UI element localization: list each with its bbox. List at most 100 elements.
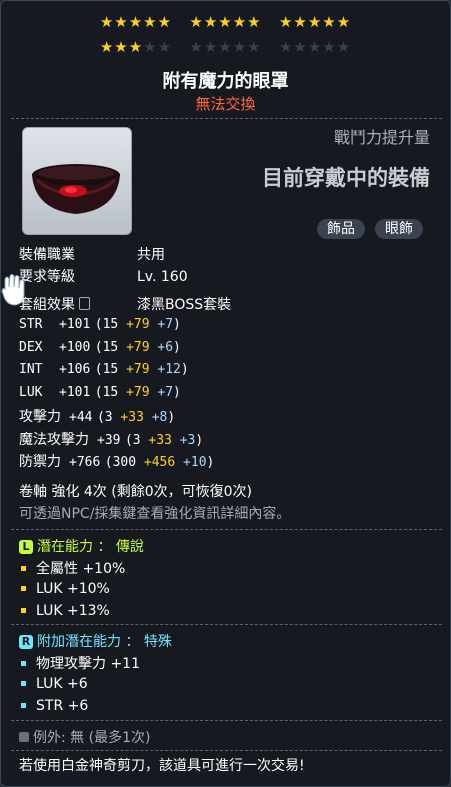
bonus-potential-header: R 附加潛在能力 ： 特殊 [19,631,172,651]
stat-base: 3 [132,432,141,448]
set-effect-row: 套組效果 漆黑BOSS套裝 [19,294,231,314]
stat-breakdown: (15 +79 +12) [94,362,189,377]
job-value: 共用 [137,247,165,263]
bullet-icon [21,680,26,686]
level-row: 要求等級 Lv. 160 [19,266,188,286]
stat-enhance: +12 [157,362,181,377]
star-group: ★★★★★ [189,38,262,56]
stat-name: DEX [19,339,43,355]
divider [11,529,442,530]
stat-row: INT +106 (15 +79 +12) [19,361,189,377]
scroll-info: 卷軸 強化 4次 (剩餘0次，可恢復0次) [19,484,252,500]
stat-total: +44 [69,410,93,425]
potential-line-text: 物理攻擊力 +11 [36,656,140,672]
item-name: 附有魔力的眼罩 [162,71,289,92]
stat-base: 300 [112,455,137,470]
bonus-potential-grade: 特殊 [143,634,172,650]
stat-breakdown: (15 +79 +7) [94,384,181,400]
bullet-icon [21,661,26,666]
stat-name: LUK [19,384,43,400]
stat-total: +106 [59,362,91,377]
potential-grade: 傳說 [115,539,144,555]
stat-row: LUK +101 (15 +79 +7) [19,384,181,400]
stat-name: 防禦力 [19,454,61,470]
potential-line-text: LUK +6 [36,675,88,692]
bonus-potential-colon: ： [125,634,140,650]
bullet-icon [21,703,26,708]
stat-row: DEX +100 (15 +79 +6) [19,339,181,355]
exception-value: 無 (最多1次) [70,730,151,746]
stat-name: 攻擊力 [19,409,61,425]
stat-base: 15 [102,362,119,377]
stat-row: 攻擊力 +44 (3 +33 +8) [19,406,175,426]
star-group: ★★★★★ [99,38,173,56]
legendary-badge-icon: L [19,540,33,554]
stat-name: 魔法攻擊力 [19,431,89,448]
star-force-row-1: ★★★★★ ★★★★★ ★★★★★ [1,13,450,31]
stat-bonus: +33 [148,432,172,448]
stat-base: 15 [102,384,119,400]
unique-badge-icon: R [19,635,33,649]
stat-enhance: +7 [157,317,174,332]
star-group: ★★★★★ [278,38,352,56]
stat-row: 魔法攻擊力 +39 (3 +33 +3) [19,429,203,449]
stat-bonus: +79 [126,317,150,332]
star-group: ★★★★★ [278,13,352,31]
stat-base: 3 [104,410,113,425]
exception-row: 例外: 無 (最多1次) [19,727,150,747]
item-tooltip: ★★★★★ ★★★★★ ★★★★★ ★★★★★ ★★★★★ ★★★★★ 附有魔力… [0,0,451,787]
level-value: Lv. 160 [137,269,188,285]
potential-line: 物理攻擊力 +11 [19,653,140,673]
bullet-icon [21,608,26,613]
subcategory-tag: 眼飾 [375,219,423,239]
level-label: 要求等級 [19,269,75,285]
exception-icon [19,732,29,742]
divider [11,750,442,751]
bullet-icon [21,585,26,591]
eye-patch-icon [32,164,120,214]
star-group: ★★★★★ [99,13,173,31]
bullet-icon [21,566,26,571]
combat-power-label: 戰鬥力提升量 [333,128,430,147]
stat-bonus: +79 [126,362,150,377]
stat-breakdown: (3 +33 +8) [96,410,176,425]
stat-total: +39 [97,432,121,448]
stat-enhance: +10 [183,455,207,470]
stat-bonus: +79 [126,384,150,400]
potential-line: LUK +13% [19,603,110,619]
stat-name: INT [19,362,43,377]
stat-row: STR +101 (15 +79 +7) [19,316,181,332]
stat-total: +100 [59,339,91,355]
potential-line: LUK +10% [19,581,110,597]
trade-status: 無法交換 [195,95,256,113]
lock-icon [79,297,91,310]
star-group: ★★★★★ [189,13,262,31]
stat-enhance: +6 [157,339,174,355]
divider [11,624,442,625]
stat-enhance: +8 [151,410,168,425]
star-force-row-2: ★★★★★ ★★★★★ ★★★★★ [1,38,450,56]
potential-label: 潛在能力 [37,539,93,555]
set-value: 漆黑BOSS套裝 [137,297,232,313]
stat-row: 防禦力 +766 (300 +456 +10) [19,451,214,471]
currently-equipped-label: 目前穿戴中的裝備 [262,166,430,190]
job-row: 裝備職業 共用 [19,244,165,264]
stat-enhance: +7 [157,384,174,400]
stat-bonus: +456 [143,455,176,470]
set-label: 套組效果 [19,297,75,313]
exception-label: 例外: [33,730,66,746]
category-tag: 飾品 [317,219,365,239]
stat-breakdown: (3 +33 +3) [124,432,204,448]
stat-name: STR [19,317,43,332]
potential-line-text: 全屬性 +10% [36,561,126,577]
stat-breakdown: (300 +456 +10) [104,455,215,470]
divider [11,720,442,721]
stat-total: +101 [59,317,91,332]
stat-bonus: +33 [120,410,144,425]
divider [11,118,442,119]
stat-total: +766 [69,455,101,470]
stat-breakdown: (15 +79 +7) [94,317,181,332]
job-label: 裝備職業 [19,247,75,263]
set-label-wrap: 套組效果 [19,294,137,314]
bonus-potential-label: 附加潛在能力 [37,634,121,650]
